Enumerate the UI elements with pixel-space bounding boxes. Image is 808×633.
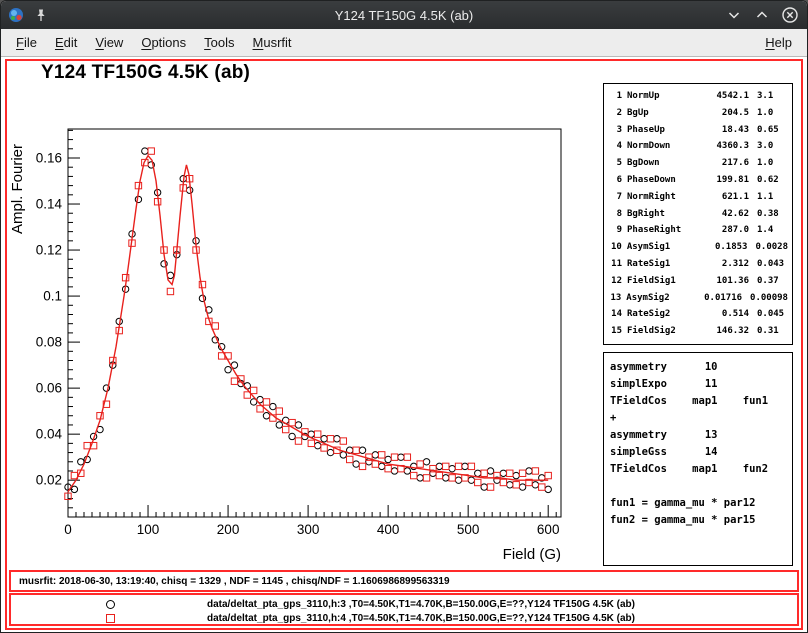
- svg-text:0.06: 0.06: [36, 381, 62, 396]
- param-box[interactable]: 1NormUp4542.13.12BgUp204.51.03PhaseUp18.…: [603, 83, 793, 345]
- legend-row: data/deltat_pta_gps_3110,h:3 ,T0=4.50K,T…: [11, 597, 797, 611]
- menubar-items: FileEditViewOptionsToolsMusrfit: [7, 31, 301, 54]
- svg-text:400: 400: [377, 522, 400, 537]
- svg-text:0: 0: [64, 522, 72, 537]
- menu-view[interactable]: View: [86, 31, 132, 54]
- param-row: 9PhaseRight287.01.4: [608, 222, 788, 239]
- param-row: 6PhaseDown199.810.62: [608, 172, 788, 189]
- window-title: Y124 TF150G 4.5K (ab): [1, 8, 807, 23]
- param-row: 5BgDown217.61.0: [608, 155, 788, 172]
- legend-text: data/deltat_pta_gps_3110,h:4 ,T0=4.50K,T…: [207, 613, 635, 624]
- menu-options[interactable]: Options: [132, 31, 195, 54]
- param-row: 14RateSig20.5140.045: [608, 306, 788, 323]
- param-row: 8BgRight42.620.38: [608, 206, 788, 223]
- legend-text: data/deltat_pta_gps_3110,h:3 ,T0=4.50K,T…: [207, 599, 635, 610]
- legend-row: data/deltat_pta_gps_3110,h:4 ,T0=4.50K,T…: [11, 611, 797, 625]
- svg-text:0.02: 0.02: [36, 473, 62, 488]
- titlebar: Y124 TF150G 4.5K (ab): [1, 1, 807, 29]
- menu-tools[interactable]: Tools: [195, 31, 243, 54]
- svg-text:0.12: 0.12: [36, 243, 62, 258]
- main-pad: Y124 TF150G 4.5K (ab) 010020030040050060…: [5, 59, 803, 630]
- svg-text:100: 100: [137, 522, 160, 537]
- minimize-button[interactable]: [725, 6, 743, 24]
- theory-line: TFieldCos map1 fun2: [610, 461, 786, 478]
- svg-text:0.08: 0.08: [36, 335, 62, 350]
- theory-line: asymmetry 10: [610, 359, 786, 376]
- param-row: 2BgUp204.51.0: [608, 105, 788, 122]
- svg-text:Field (G): Field (G): [503, 546, 561, 563]
- param-row: 11RateSig12.3120.043: [608, 256, 788, 273]
- app-icon[interactable]: [7, 6, 25, 24]
- param-row: 4NormDown4360.33.0: [608, 138, 788, 155]
- param-row: 10AsymSig10.18530.0028: [608, 239, 788, 256]
- svg-text:200: 200: [217, 522, 240, 537]
- pin-icon[interactable]: [32, 6, 50, 24]
- theory-line: fun1 = gamma_mu * par12: [610, 495, 786, 512]
- svg-text:0.16: 0.16: [36, 150, 62, 165]
- fit-info-text: musrfit: 2018-06-30, 13:19:40, chisq = 1…: [19, 576, 450, 587]
- menu-help[interactable]: Help: [756, 31, 801, 54]
- param-row: 13AsymSig20.017160.00098: [608, 290, 788, 307]
- theory-line: simpleGss 14: [610, 444, 786, 461]
- menubar: FileEditViewOptionsToolsMusrfit Help: [1, 29, 807, 57]
- plot-svg[interactable]: 0 100 200 300 400 500 600 0.02 0.04 0.06 0.08 0.1 0.…: [7, 61, 607, 576]
- svg-text:Ampl. Fourier: Ampl. Fourier: [9, 144, 26, 234]
- svg-text:600: 600: [537, 522, 560, 537]
- theory-line: fun2 = gamma_mu * par15: [610, 512, 786, 529]
- theory-box[interactable]: asymmetry 10simplExpo 11TFieldCos map1 f…: [603, 352, 793, 566]
- menu-edit[interactable]: Edit: [46, 31, 86, 54]
- svg-text:0.1: 0.1: [43, 289, 62, 304]
- theory-line: +: [610, 410, 786, 427]
- fit-info-strip: musrfit: 2018-06-30, 13:19:40, chisq = 1…: [9, 570, 799, 592]
- theory-line: asymmetry 13: [610, 427, 786, 444]
- theory-line: simplExpo 11: [610, 376, 786, 393]
- close-button[interactable]: [781, 6, 799, 24]
- param-row: 7NormRight621.11.1: [608, 189, 788, 206]
- legend-strip: data/deltat_pta_gps_3110,h:3 ,T0=4.50K,T…: [9, 593, 799, 626]
- param-row: 15FieldSig2146.320.31: [608, 323, 788, 340]
- app-window: Y124 TF150G 4.5K (ab) FileEditViewOption…: [0, 0, 808, 633]
- param-row: 1NormUp4542.13.1: [608, 88, 788, 105]
- root-canvas: Y124 TF150G 4.5K (ab) 010020030040050060…: [1, 57, 807, 632]
- theory-line: [610, 478, 786, 495]
- menu-file[interactable]: File: [7, 31, 46, 54]
- svg-text:0.04: 0.04: [36, 427, 63, 442]
- param-row: 3PhaseUp18.430.65: [608, 122, 788, 139]
- svg-text:0.14: 0.14: [36, 197, 63, 212]
- maximize-button[interactable]: [753, 6, 771, 24]
- square-marker-icon: [106, 614, 115, 623]
- circle-marker-icon: [106, 600, 115, 609]
- menu-musrfit[interactable]: Musrfit: [244, 31, 301, 54]
- svg-text:300: 300: [297, 522, 320, 537]
- theory-line: TFieldCos map1 fun1: [610, 393, 786, 410]
- param-row: 12FieldSig1101.360.37: [608, 273, 788, 290]
- svg-text:500: 500: [457, 522, 480, 537]
